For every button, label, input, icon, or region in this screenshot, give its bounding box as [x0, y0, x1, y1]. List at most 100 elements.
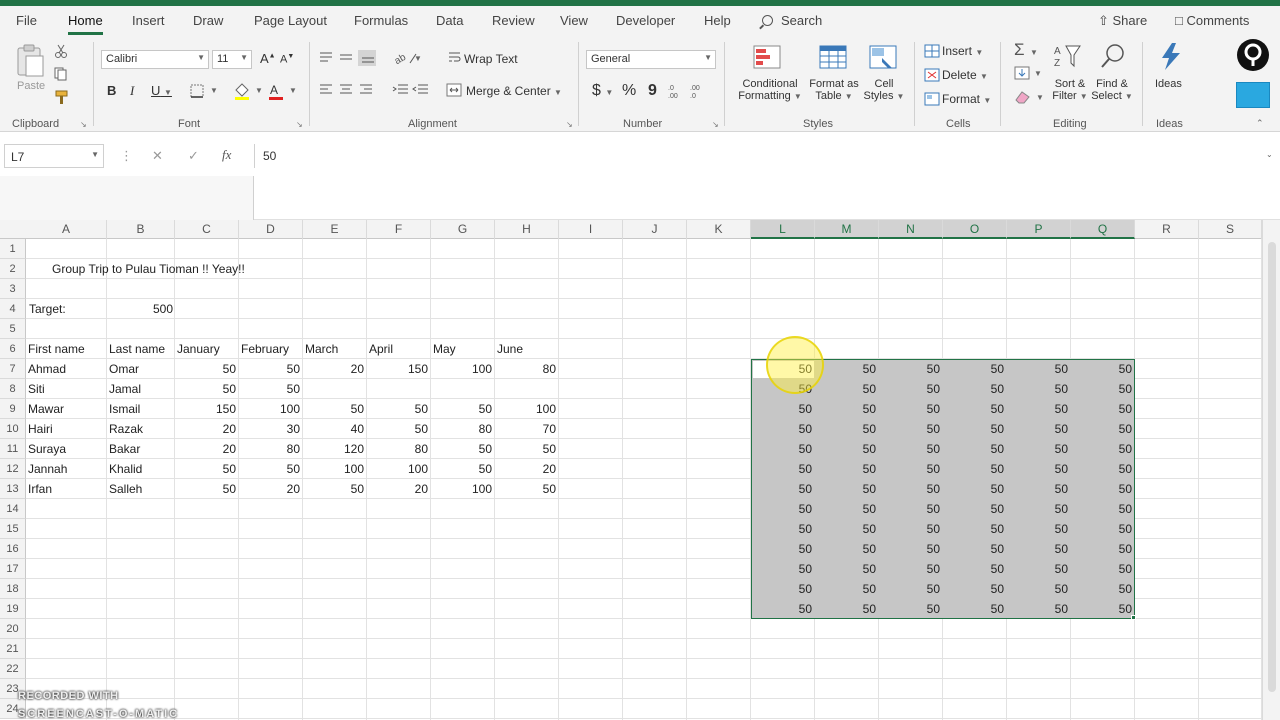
filled-cell[interactable]: 50 [815, 559, 876, 579]
table-cell[interactable]: 150 [367, 359, 428, 379]
cell-styles-button[interactable]: Cell Styles ▼ [862, 78, 906, 102]
tab-developer[interactable]: Developer [616, 13, 675, 28]
table-cell[interactable]: Mawar [28, 399, 104, 419]
row-header-8[interactable]: 8 [0, 379, 26, 399]
table-cell[interactable]: 100 [303, 459, 364, 479]
table-cell[interactable]: Siti [28, 379, 104, 399]
conditional-formatting-button[interactable]: Conditional Formatting ▼ [738, 78, 802, 102]
filled-cell[interactable]: 50 [1071, 599, 1132, 619]
tab-file[interactable]: File [16, 13, 37, 28]
font-launcher-icon[interactable]: ↘ [296, 120, 303, 129]
chevron-down-icon[interactable]: ▼ [255, 86, 263, 95]
tab-view[interactable]: View [560, 13, 588, 28]
filled-cell[interactable]: 50 [1071, 539, 1132, 559]
filled-cell[interactable]: 50 [1071, 499, 1132, 519]
ideas-button[interactable]: Ideas [1155, 78, 1182, 90]
filled-cell[interactable]: 50 [815, 359, 876, 379]
row-header-9[interactable]: 9 [0, 399, 26, 419]
filled-cell[interactable]: 50 [879, 539, 940, 559]
tab-review[interactable]: Review [492, 13, 535, 28]
table-header-cell[interactable]: May [433, 339, 492, 359]
table-cell[interactable]: 50 [431, 439, 492, 459]
table-cell[interactable]: 50 [367, 399, 428, 419]
row-header-5[interactable]: 5 [0, 319, 26, 339]
table-cell[interactable]: 100 [239, 399, 300, 419]
search-box[interactable]: Search [762, 13, 822, 28]
filled-cell[interactable]: 50 [943, 459, 1004, 479]
merge-center-button[interactable]: Merge & Center ▼ [466, 84, 562, 98]
scrollbar-thumb[interactable] [1268, 242, 1276, 692]
filled-cell[interactable]: 50 [1007, 359, 1068, 379]
table-cell[interactable]: 80 [495, 359, 556, 379]
table-cell[interactable]: 50 [239, 459, 300, 479]
vertical-align-icons[interactable] [318, 50, 378, 66]
tab-formulas[interactable]: Formulas [354, 13, 408, 28]
filled-cell[interactable]: 50 [879, 379, 940, 399]
table-cell[interactable]: 120 [303, 439, 364, 459]
filled-cell[interactable]: 50 [1071, 559, 1132, 579]
font-name-combo[interactable]: Calibri ▼ [101, 50, 209, 69]
paste-icon[interactable] [14, 44, 46, 78]
table-cell[interactable]: 50 [367, 419, 428, 439]
row-header-3[interactable]: 3 [0, 279, 26, 299]
row-header-2[interactable]: 2 [0, 259, 26, 279]
filled-cell[interactable]: 50 [815, 379, 876, 399]
table-header-cell[interactable]: March [305, 339, 364, 359]
format-painter-icon[interactable] [54, 90, 70, 106]
italic-button[interactable]: I [130, 83, 134, 99]
table-cell[interactable]: Omar [109, 359, 172, 379]
column-header-d[interactable]: D [239, 220, 303, 239]
autosum-icon[interactable]: Σ [1014, 40, 1025, 60]
table-cell[interactable]: 50 [303, 479, 364, 499]
table-cell[interactable]: 50 [303, 399, 364, 419]
table-cell[interactable]: 70 [495, 419, 556, 439]
filled-cell[interactable]: 50 [1071, 439, 1132, 459]
filled-cell[interactable]: 50 [943, 439, 1004, 459]
filled-cell[interactable]: 50 [751, 519, 812, 539]
filled-cell[interactable]: 50 [943, 359, 1004, 379]
table-cell[interactable]: Ahmad [28, 359, 104, 379]
tab-insert[interactable]: Insert [132, 13, 165, 28]
column-header-b[interactable]: B [107, 220, 175, 239]
table-cell[interactable]: 20 [175, 439, 236, 459]
chevron-down-icon[interactable]: ▼ [289, 86, 297, 95]
indent-icons[interactable] [392, 82, 432, 98]
filled-cell[interactable]: 50 [815, 479, 876, 499]
filled-cell[interactable]: 50 [1071, 479, 1132, 499]
table-cell[interactable]: Hairi [28, 419, 104, 439]
column-header-e[interactable]: E [303, 220, 367, 239]
table-cell[interactable]: 50 [175, 359, 236, 379]
font-size-combo[interactable]: 11 ▼ [212, 50, 252, 69]
grow-font-button[interactable]: A▲ [260, 51, 276, 66]
filled-cell[interactable]: 50 [751, 459, 812, 479]
filled-cell[interactable]: 50 [1007, 459, 1068, 479]
fill-color-icon[interactable] [233, 82, 251, 100]
filled-cell[interactable]: 50 [815, 459, 876, 479]
borders-icon[interactable] [190, 84, 206, 98]
filled-cell[interactable]: 50 [751, 539, 812, 559]
table-header-cell[interactable]: First name [28, 339, 104, 359]
table-cell[interactable]: 50 [175, 479, 236, 499]
table-cell[interactable]: 20 [239, 479, 300, 499]
column-header-m[interactable]: M [815, 220, 879, 239]
filled-cell[interactable]: 50 [1007, 439, 1068, 459]
wrap-text-button[interactable]: Wrap Text [464, 52, 518, 66]
filled-cell[interactable]: 50 [751, 559, 812, 579]
shrink-font-button[interactable]: A▼ [280, 53, 294, 66]
table-cell[interactable]: 50 [239, 379, 300, 399]
filled-cell[interactable]: 50 [1071, 359, 1132, 379]
format-cells-button[interactable]: Format ▼ [942, 92, 991, 106]
delete-cells-button[interactable]: Delete ▼ [942, 68, 988, 82]
table-cell[interactable]: 20 [303, 359, 364, 379]
row-header-10[interactable]: 10 [0, 419, 26, 439]
filled-cell[interactable]: 50 [1007, 379, 1068, 399]
column-header-p[interactable]: P [1007, 220, 1071, 239]
percent-button[interactable]: % [622, 82, 636, 100]
column-header-a[interactable]: A [26, 220, 107, 239]
row-header-12[interactable]: 12 [0, 459, 26, 479]
table-cell[interactable]: 150 [175, 399, 236, 419]
filled-cell[interactable]: 50 [943, 379, 1004, 399]
insert-cells-button[interactable]: Insert ▼ [942, 44, 983, 58]
column-header-s[interactable]: S [1199, 220, 1262, 239]
table-cell[interactable]: Suraya [28, 439, 104, 459]
